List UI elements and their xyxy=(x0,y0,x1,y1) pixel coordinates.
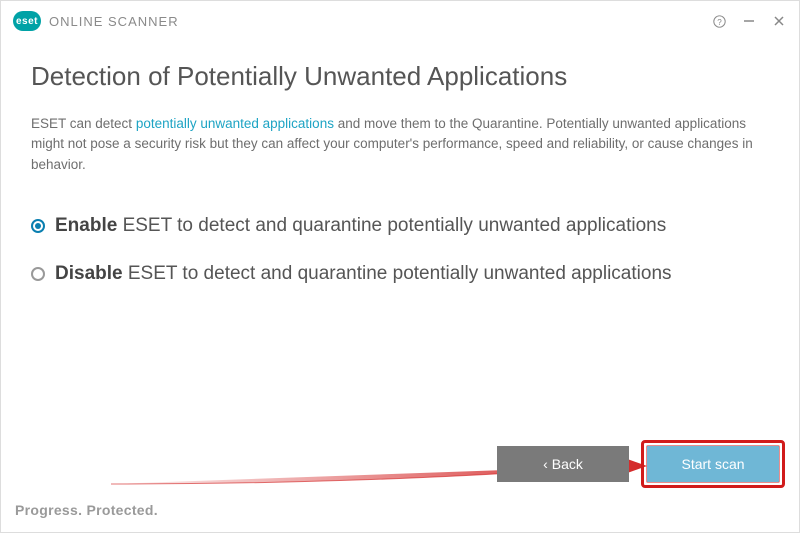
option-enable[interactable]: Enable ESET to detect and quarantine pot… xyxy=(31,215,769,237)
chevron-left-icon: ‹ xyxy=(543,456,548,472)
brand-text: ONLINE SCANNER xyxy=(49,14,179,29)
radio-disable[interactable] xyxy=(31,267,45,281)
option-disable-label: Disable ESET to detect and quarantine po… xyxy=(55,263,672,285)
brand-logo-icon: eset xyxy=(13,11,41,31)
option-enable-label: Enable ESET to detect and quarantine pot… xyxy=(55,215,666,237)
back-button-label: Back xyxy=(552,456,583,472)
start-scan-label: Start scan xyxy=(681,456,744,472)
minimize-icon[interactable] xyxy=(741,13,757,29)
footer-tagline: Progress. Protected. xyxy=(15,502,158,518)
main-content: Detection of Potentially Unwanted Applic… xyxy=(1,41,799,285)
close-icon[interactable] xyxy=(771,13,787,29)
app-window: eset ONLINE SCANNER ? Detection of Poten… xyxy=(0,0,800,533)
option-disable[interactable]: Disable ESET to detect and quarantine po… xyxy=(31,263,769,285)
page-description: ESET can detect potentially unwanted app… xyxy=(31,114,769,175)
page-title: Detection of Potentially Unwanted Applic… xyxy=(31,61,769,92)
start-scan-button[interactable]: Start scan xyxy=(647,446,779,482)
svg-text:?: ? xyxy=(717,17,722,26)
titlebar: eset ONLINE SCANNER ? xyxy=(1,1,799,41)
start-scan-highlight: Start scan xyxy=(641,440,785,488)
back-button[interactable]: ‹ Back xyxy=(497,446,629,482)
window-controls: ? xyxy=(711,13,787,29)
help-icon[interactable]: ? xyxy=(711,13,727,29)
footer-buttons: ‹ Back Start scan xyxy=(497,440,785,488)
pua-link[interactable]: potentially unwanted applications xyxy=(136,116,334,131)
options-group: Enable ESET to detect and quarantine pot… xyxy=(31,215,769,285)
desc-text-pre: ESET can detect xyxy=(31,116,136,131)
radio-enable[interactable] xyxy=(31,219,45,233)
